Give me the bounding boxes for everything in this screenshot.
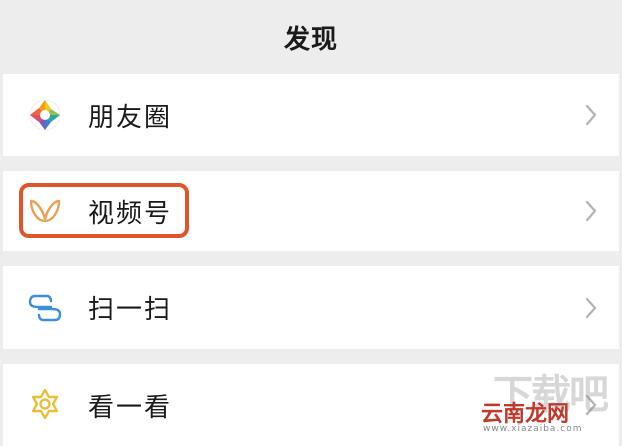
chevron-right-icon [581,390,601,420]
chevron-right-icon [581,293,601,323]
top-stories-icon [25,385,65,425]
menu-item-top-stories[interactable]: 看一看 [3,364,619,446]
menu-item-label: 看一看 [88,392,173,423]
menu-item-label: 朋友圈 [88,102,173,133]
chevron-right-icon [581,100,601,130]
menu-item-label: 视频号 [88,198,173,229]
menu-item-channels[interactable]: 视频号 [3,171,619,251]
channels-butterfly-icon [25,191,65,231]
menu-item-scan[interactable]: 扫一扫 [3,266,619,349]
moments-aperture-icon [25,95,65,135]
scan-icon [25,288,65,328]
page-title: 发现 [283,24,338,55]
discover-screen: 发现 朋友圈 视频号 扫一扫 看一看 下载吧 云南龙网 www.xiazaiba… [3,0,619,446]
menu-item-label: 扫一扫 [88,295,173,325]
chevron-right-icon [581,196,601,226]
menu-item-moments[interactable]: 朋友圈 [3,74,619,156]
